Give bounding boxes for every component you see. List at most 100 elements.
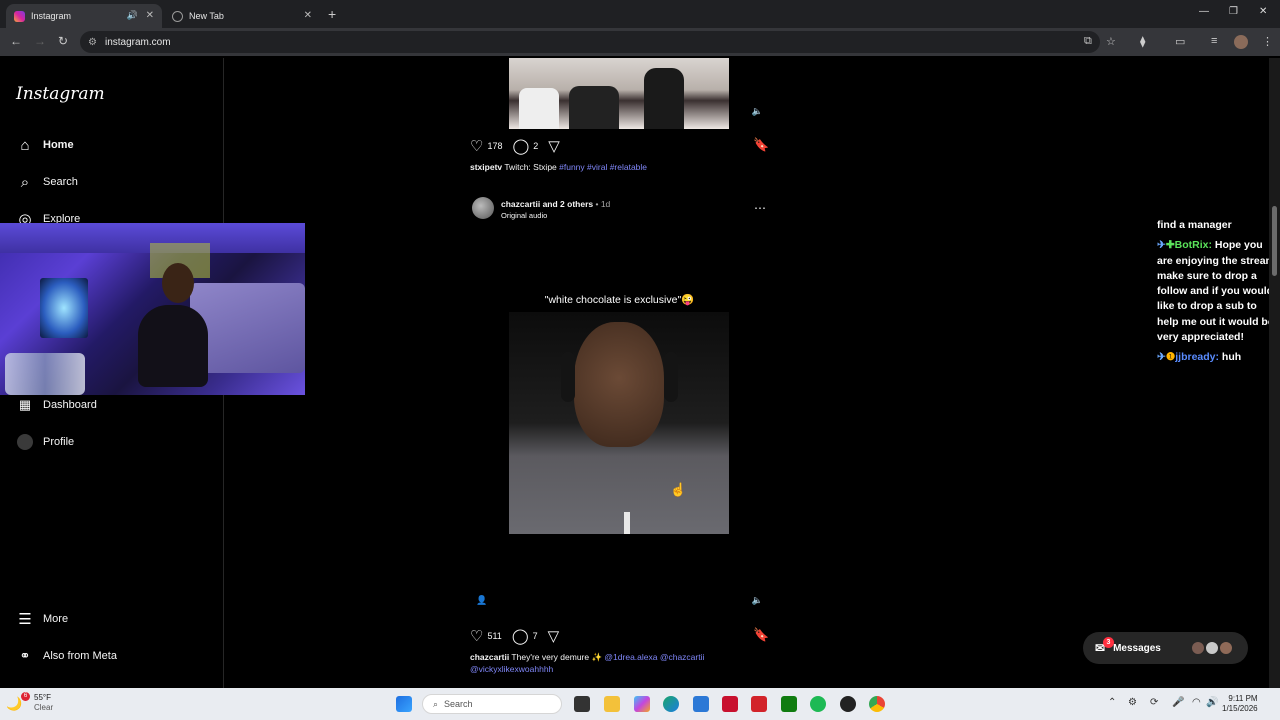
share-icon[interactable]: ▽ [548,137,560,155]
page-scrollbar[interactable] [1269,58,1280,688]
share-icon[interactable]: ▽ [548,627,560,645]
edge-icon[interactable] [663,696,679,712]
app-l-icon[interactable] [751,696,767,712]
caption-mentions[interactable]: @1drea.alexa @chazcartii [604,652,704,662]
newtab-favicon-icon [172,10,183,22]
comment-count: 2 [533,141,539,151]
tray-mic-icon[interactable]: 🎤 [1172,697,1184,708]
like-heart-icon[interactable]: ♡ [470,627,483,645]
close-tab-icon[interactable]: ✕ [304,10,312,21]
post-audio[interactable]: Original audio [501,210,547,222]
media-controls-icon[interactable]: ≡ [1211,35,1217,47]
obs-icon[interactable] [840,696,856,712]
post-video[interactable]: "white chocolate is exclusive"😜 👤 🔈 [464,229,775,618]
save-bookmark-icon[interactable]: 🔖 [753,137,769,153]
maximize-icon[interactable]: ❐ [1229,6,1238,17]
post-caption: chazcartii They're very demure ✨ @1drea.… [470,651,780,675]
caption-mentions[interactable]: @vickyxlikexwoahhhh [470,664,553,674]
video-thumbnail [509,312,729,534]
sidebar-item-also-from-meta[interactable]: ⚭ Also from Meta [16,647,117,665]
video-overlay-text: "white chocolate is exclusive"😜 [544,294,695,306]
reload-icon[interactable]: ↻ [58,34,68,48]
chrome-icon[interactable] [869,696,885,712]
comment-icon[interactable]: ◯ [512,137,529,155]
comment-icon[interactable]: ◯ [512,627,529,645]
mcafee-icon[interactable] [722,696,738,712]
site-info-icon[interactable]: ⚙ [88,37,97,48]
weather-icon[interactable]: 🌙 [6,696,22,712]
tray-network-icon[interactable]: ⟳ [1150,697,1158,708]
instagram-favicon-icon [14,10,25,22]
bookmark-star-icon[interactable]: ☆ [1106,35,1116,48]
search-icon: ⌕ [20,173,30,191]
sidebar-item-label: More [43,613,69,625]
sidebar-item-more[interactable]: ☰ More [16,610,68,628]
weather-widget[interactable]: 55°F Clear [34,693,53,713]
tray-app-icon[interactable]: ⚙ [1128,697,1137,708]
post-author-suffix[interactable]: and 2 others [540,199,594,209]
instagram-feed: 🔈 ♡ 178 ◯ 2 ▽ 🔖 stxipetv Twitch: Stxipe … [224,58,1269,688]
weather-badge: 6 [21,692,30,701]
sidebar-item-search[interactable]: ⌕ Search [16,173,78,191]
tray-chevron-icon[interactable]: ⌃ [1108,697,1116,708]
comment-count: 7 [532,631,538,641]
badge-icon: ✚ [1165,239,1175,252]
mute-icon[interactable]: 🔈 [752,106,763,117]
post-video[interactable]: 🔈 [464,58,775,129]
sidebar-item-profile[interactable]: Profile [16,433,74,451]
mute-icon[interactable]: 🔈 [752,595,763,606]
post-options-icon[interactable]: ⋯ [754,201,766,215]
copilot-icon[interactable] [634,696,650,712]
chat-message: find a manager [1157,219,1232,231]
menu-icon: ☰ [18,611,32,628]
messages-button[interactable]: ✉ 3 Messages [1083,632,1248,664]
tab-new-tab[interactable]: New Tab ✕ [164,4,320,28]
caption-text: Twitch: Stxipe [502,162,560,172]
spotify-icon[interactable] [810,696,826,712]
caption-username[interactable]: chazcartii [470,652,509,662]
volume-icon[interactable]: 🔊 [1206,697,1218,708]
caption-hashtags[interactable]: #funny #viral #relatable [559,162,647,172]
browser-tab-bar: Instagram 🔊 ✕ New Tab ✕ + — ❐ ✕ [0,0,1280,28]
menu-dots-icon[interactable]: ⋮ [1262,35,1273,48]
forward-icon[interactable]: → [34,34,46,48]
minimize-icon[interactable]: — [1199,6,1209,17]
like-heart-icon[interactable]: ♡ [470,137,483,155]
post-author-avatar[interactable] [472,197,494,219]
extensions-icon[interactable]: ⧫ [1140,35,1145,48]
sidebar-item-label: Profile [43,436,75,448]
tab-audio-icon[interactable]: 🔊 [127,10,138,21]
split-view-icon[interactable]: ▭ [1175,35,1185,48]
browser-profile-avatar[interactable] [1234,35,1248,49]
close-window-icon[interactable]: ✕ [1259,6,1267,17]
store-icon[interactable] [693,696,709,712]
windows-taskbar: 🌙 6 55°F Clear ⌕ Search ⌃ ⚙ ⟳ 🎤 ◠ 🔊 9:11… [0,688,1280,720]
sidebar-item-label: Also from Meta [43,650,117,662]
clock-time: 9:11 PM [1228,694,1258,703]
url-text: instagram.com [104,36,171,48]
install-app-icon[interactable]: ⧉ [1084,35,1092,48]
sidebar-item-dashboard[interactable]: ▦ Dashboard [16,396,97,414]
task-view-icon[interactable] [574,696,590,712]
new-tab-button[interactable]: + [328,6,336,22]
close-tab-icon[interactable]: ✕ [146,10,154,21]
post-time: • 1d [593,199,611,209]
pin-icon: ✈ [1157,239,1166,252]
post-author-name[interactable]: chazcartii [501,199,540,209]
tagged-people-icon[interactable]: 👤 [476,595,487,606]
save-bookmark-icon[interactable]: 🔖 [753,627,769,643]
webcam-person-head [162,263,194,303]
sidebar-item-home[interactable]: ⌂ Home [16,136,73,154]
file-explorer-icon[interactable] [604,696,620,712]
caption-username[interactable]: stxipetv [470,162,502,172]
tab-instagram[interactable]: Instagram 🔊 ✕ [6,4,162,28]
taskbar-search[interactable]: ⌕ Search [422,694,562,714]
taskbar-clock[interactable]: 9:11 PM 1/15/2026 [1222,694,1258,714]
scrollbar-thumb[interactable] [1272,206,1277,276]
instagram-logo[interactable]: Instagram [16,84,105,104]
windows-start-icon[interactable] [396,696,412,712]
back-icon[interactable]: ← [10,34,22,48]
wifi-icon[interactable]: ◠ [1192,697,1201,708]
address-bar[interactable]: ⚙ instagram.com [80,31,1100,53]
xbox-icon[interactable] [781,696,797,712]
